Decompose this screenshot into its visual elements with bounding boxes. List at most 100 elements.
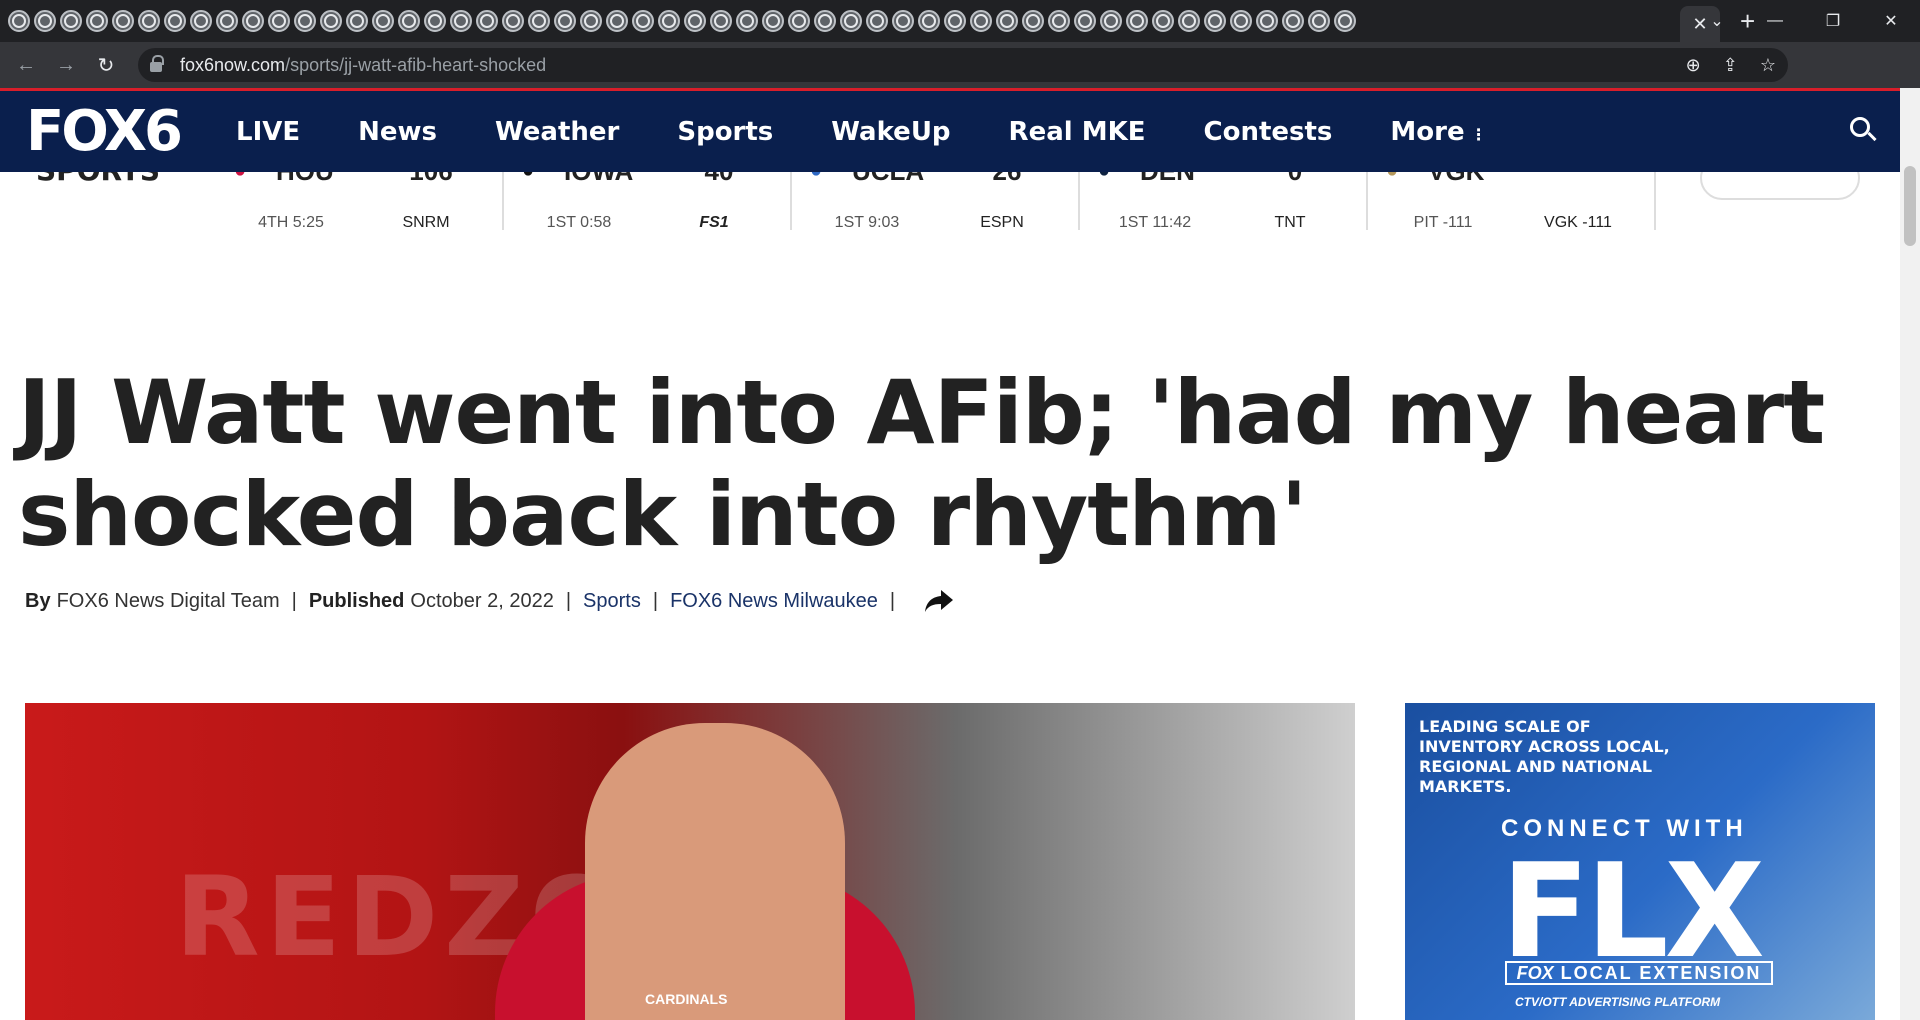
close-window-button[interactable]: ✕ (1862, 11, 1920, 31)
back-icon[interactable]: ← (6, 54, 46, 77)
fox6-logo[interactable]: FOX6 (26, 99, 183, 164)
tab-favicon-icon[interactable] (268, 10, 290, 32)
restore-button[interactable]: ❐ (1804, 11, 1862, 31)
scrollbar-thumb[interactable] (1904, 166, 1916, 246)
share-arrow-icon[interactable] (923, 588, 955, 614)
tab-favicon-icon[interactable] (1178, 10, 1200, 32)
minimize-button[interactable]: — (1746, 12, 1804, 30)
tab-favicon-icon[interactable] (372, 10, 394, 32)
ad-extension-box: FOX LOCAL EXTENSION (1505, 961, 1773, 985)
tab-favicon-icon[interactable] (580, 10, 602, 32)
tab-favicon-icon[interactable] (164, 10, 186, 32)
score-card[interactable]: ● IOWA 40 1ST 0:58 FS1 (504, 172, 792, 231)
tab-favicon-icon[interactable] (1152, 10, 1174, 32)
team-score: 0 (1250, 172, 1340, 187)
tab-favicon-icon[interactable] (918, 10, 940, 32)
tab-favicon-icon[interactable] (970, 10, 992, 32)
tab-favicon-icon[interactable] (892, 10, 914, 32)
divider: | (291, 589, 297, 612)
advertisement[interactable]: LEADING SCALE OF INVENTORY ACROSS LOCAL,… (1405, 703, 1875, 1020)
tab-favicon-icon[interactable] (788, 10, 810, 32)
tab-favicon-icon[interactable] (866, 10, 888, 32)
tab-favicon-icon[interactable] (1100, 10, 1122, 32)
search-icon[interactable] (1848, 115, 1878, 145)
tab-favicon-icon[interactable] (216, 10, 238, 32)
nav-weather[interactable]: Weather (495, 117, 619, 147)
tab-favicon-icon[interactable] (190, 10, 212, 32)
tab-favicon-icon[interactable] (554, 10, 576, 32)
team-abbr: HOU (276, 172, 334, 187)
tab-favicon-icon[interactable] (1334, 10, 1356, 32)
tab-favicon-icon[interactable] (1256, 10, 1278, 32)
scores-more-button[interactable] (1700, 172, 1860, 200)
tab-favicon-icon[interactable] (1204, 10, 1226, 32)
tab-favicon-icon[interactable] (1022, 10, 1044, 32)
article-hero-image[interactable]: REDZO CARDINALS (25, 703, 1355, 1020)
hawkeyes-logo-icon: ● (522, 172, 534, 183)
tab-favicon-icon[interactable] (632, 10, 654, 32)
tab-favicon-icon[interactable] (320, 10, 342, 32)
team-score: 40 (674, 172, 764, 187)
tab-favicon-icon[interactable] (138, 10, 160, 32)
tab-favicon-icon[interactable] (450, 10, 472, 32)
tab-favicon-icon[interactable] (398, 10, 420, 32)
tab-favicon-icon[interactable] (34, 10, 56, 32)
score-card[interactable]: ● HOU 106 4TH 5:25 SNRM (216, 172, 504, 231)
tab-favicon-icon[interactable] (502, 10, 524, 32)
divider: | (652, 589, 659, 612)
score-card[interactable]: ● UCLA 26 1ST 9:03 ESPN (792, 172, 1080, 231)
tab-favicon-icon[interactable] (476, 10, 498, 32)
nav-contests[interactable]: Contests (1204, 117, 1333, 147)
by-label: By (25, 589, 51, 612)
team-abbr: UCLA (852, 172, 924, 187)
tab-favicon-icon[interactable] (684, 10, 706, 32)
tab-favicon-icon[interactable] (346, 10, 368, 32)
tab-favicon-icon[interactable] (86, 10, 108, 32)
tab-favicon-icon[interactable] (996, 10, 1018, 32)
tab-favicon-icon[interactable] (1048, 10, 1070, 32)
tab-favicon-icon[interactable] (1126, 10, 1148, 32)
tab-favicon-icon[interactable] (1282, 10, 1304, 32)
tab-favicon-icon[interactable] (840, 10, 862, 32)
tab-favicon-icon[interactable] (424, 10, 446, 32)
nav-sports[interactable]: Sports (677, 117, 773, 147)
tab-search-icon[interactable]: ⌄ (1688, 11, 1746, 31)
source-link[interactable]: FOX6 News Milwaukee (670, 590, 878, 613)
tab-favicon-icon[interactable] (944, 10, 966, 32)
tab-favicon-icon[interactable] (294, 10, 316, 32)
forward-icon[interactable]: → (46, 54, 86, 77)
bookmark-star-icon[interactable]: ☆ (1760, 55, 1776, 76)
zoom-icon[interactable]: ⊕ (1686, 55, 1701, 76)
lock-icon[interactable] (150, 55, 164, 72)
nav-real-mke[interactable]: Real MKE (1009, 117, 1146, 147)
score-card[interactable]: ● VGK PIT -111 VGK -111 (1368, 172, 1656, 231)
window-controls: ⌄ — ❐ ✕ (1688, 0, 1920, 42)
score-card[interactable]: ● DEN 0 1ST 11:42 TNT (1080, 172, 1368, 231)
tab-favicon-icon[interactable] (1074, 10, 1096, 32)
nav-live[interactable]: LIVE (236, 117, 300, 147)
tab-favicon-icon[interactable] (658, 10, 680, 32)
tab-favicon-icon[interactable] (528, 10, 550, 32)
tab-favicon-icon[interactable] (606, 10, 628, 32)
tab-favicon-icon[interactable] (762, 10, 784, 32)
nav-news[interactable]: News (358, 117, 437, 147)
nav-more[interactable]: More ⋮ (1390, 117, 1486, 147)
nav-wakeup[interactable]: WakeUp (831, 117, 950, 147)
tab-favicon-icon[interactable] (736, 10, 758, 32)
tab-favicon-icon[interactable] (710, 10, 732, 32)
reload-icon[interactable]: ↻ (86, 53, 126, 78)
tab-favicon-icon[interactable] (8, 10, 30, 32)
divider: | (565, 589, 572, 612)
share-page-icon[interactable]: ⇪ (1723, 55, 1738, 76)
game-status: 4TH 5:25 (258, 214, 324, 231)
page-scrollbar[interactable] (1900, 88, 1920, 1020)
published-label: Published (308, 589, 405, 612)
url-field[interactable]: fox6now.com/sports/jj-watt-afib-heart-sh… (138, 48, 1788, 82)
tab-favicon-icon[interactable] (112, 10, 134, 32)
tab-favicon-icon[interactable] (60, 10, 82, 32)
tab-favicon-icon[interactable] (242, 10, 264, 32)
tab-favicon-icon[interactable] (1308, 10, 1330, 32)
tab-favicon-icon[interactable] (814, 10, 836, 32)
tab-favicon-icon[interactable] (1230, 10, 1252, 32)
category-link[interactable]: Sports (583, 590, 641, 613)
